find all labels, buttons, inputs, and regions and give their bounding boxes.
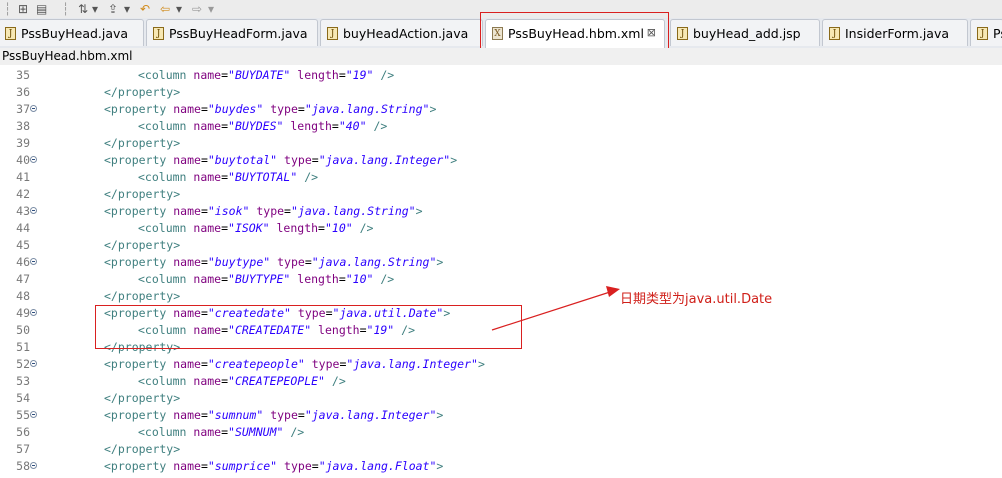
annotation-arrow [491,286,620,331]
annotation-text: 日期类型为java.util.Date [620,292,773,307]
annotation-arrow-line [491,291,611,331]
annotation-arrow-head [606,286,620,297]
